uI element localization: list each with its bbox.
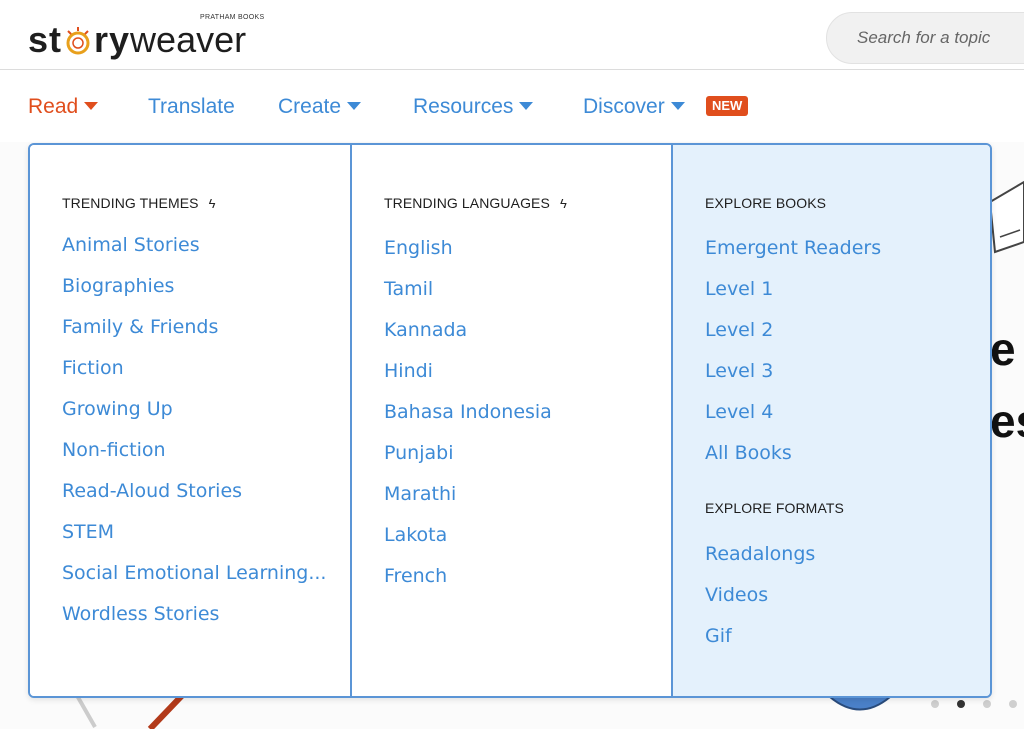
hero-heading-line2: es <box>990 395 1024 447</box>
search-input[interactable] <box>826 12 1024 64</box>
logo-text-weaver: weaver <box>130 19 247 60</box>
nav-create[interactable]: Create <box>278 94 362 120</box>
nav-translate[interactable]: Translate <box>148 94 235 120</box>
theme-link[interactable]: Fiction <box>62 356 124 380</box>
nav-read-label: Read <box>28 95 79 118</box>
nav-translate-label: Translate <box>148 95 235 118</box>
trending-languages-heading-label: TRENDING LANGUAGES <box>384 195 550 211</box>
trending-languages-column: TRENDING LANGUAGES ϟ English Tamil Kannad… <box>350 145 671 696</box>
nav-read[interactable]: Read <box>28 94 99 120</box>
carousel-dot[interactable] <box>931 700 939 708</box>
language-link[interactable]: Bahasa Indonesia <box>384 400 552 424</box>
logo-wordmark: st ryweaver <box>28 20 246 60</box>
logo-text-ry: ry <box>94 19 131 60</box>
nav-discover[interactable]: Discover <box>583 94 685 120</box>
explore-books-link[interactable]: Level 2 <box>705 318 773 342</box>
trending-themes-column: TRENDING THEMES ϟ Animal Stories Biograph… <box>30 145 350 696</box>
language-link[interactable]: Tamil <box>384 277 433 301</box>
theme-link[interactable]: Social Emotional Learning... <box>62 561 326 585</box>
chevron-down-icon <box>347 102 362 110</box>
trending-languages-heading: TRENDING LANGUAGES ϟ <box>384 195 567 211</box>
language-link[interactable]: English <box>384 236 453 260</box>
carousel-dot[interactable] <box>1009 700 1017 708</box>
theme-link[interactable]: Read-Aloud Stories <box>62 479 242 503</box>
explore-books-link[interactable]: Level 1 <box>705 277 773 301</box>
explore-books-heading: EXPLORE BOOKS <box>705 195 827 211</box>
site-header: PRATHAM BOOKS st ryweaver <box>0 0 1024 70</box>
nav-discover-label: Discover <box>583 95 665 118</box>
explore-formats-link[interactable]: Gif <box>705 624 732 648</box>
language-link[interactable]: French <box>384 564 447 588</box>
language-link[interactable]: Punjabi <box>384 441 453 465</box>
chevron-down-icon <box>84 102 99 110</box>
lightning-icon: ϟ <box>208 196 216 211</box>
theme-link[interactable]: STEM <box>62 520 114 544</box>
theme-link[interactable]: Family & Friends <box>62 315 218 339</box>
language-link[interactable]: Marathi <box>384 482 456 506</box>
theme-link[interactable]: Growing Up <box>62 397 173 421</box>
language-link[interactable]: Lakota <box>384 523 447 547</box>
storyweaver-logo[interactable]: PRATHAM BOOKS st ryweaver <box>28 8 278 64</box>
nav-create-label: Create <box>278 95 342 118</box>
carousel-dot-active[interactable] <box>957 700 965 708</box>
theme-link[interactable]: Biographies <box>62 274 174 298</box>
explore-books-link[interactable]: Level 4 <box>705 400 773 424</box>
explore-books-link[interactable]: Level 3 <box>705 359 773 383</box>
language-link[interactable]: Kannada <box>384 318 467 342</box>
explore-formats-heading: EXPLORE FORMATS <box>705 500 844 516</box>
nav-resources-label: Resources <box>413 95 514 118</box>
carousel-dot[interactable] <box>983 700 991 708</box>
trending-themes-heading-label: TRENDING THEMES <box>62 195 199 211</box>
logo-text-st: st <box>28 19 63 60</box>
theme-link[interactable]: Non-fiction <box>62 438 166 462</box>
theme-link[interactable]: Wordless Stories <box>62 602 219 626</box>
language-link[interactable]: Hindi <box>384 359 433 383</box>
chevron-down-icon <box>519 102 534 110</box>
explore-books-link[interactable]: All Books <box>705 441 792 465</box>
theme-link[interactable]: Animal Stories <box>62 233 200 257</box>
nav-resources[interactable]: Resources <box>413 94 534 120</box>
lightning-icon: ϟ <box>559 196 567 211</box>
carousel-dots <box>926 697 1024 711</box>
new-badge: NEW <box>706 96 749 116</box>
logo-sun-icon <box>63 24 93 55</box>
explore-books-link[interactable]: Emergent Readers <box>705 236 881 260</box>
hero-heading-line1: e <box>990 323 1016 375</box>
explore-formats-link[interactable]: Videos <box>705 583 768 607</box>
explore-formats-link[interactable]: Readalongs <box>705 542 815 566</box>
main-nav: Read Translate Create Resources Discover <box>0 70 1024 142</box>
read-dropdown-menu: TRENDING THEMES ϟ Animal Stories Biograph… <box>28 143 992 698</box>
explore-column: EXPLORE BOOKS Emergent Readers Level 1 L… <box>671 145 990 696</box>
chevron-down-icon <box>670 102 685 110</box>
trending-themes-heading: TRENDING THEMES ϟ <box>62 195 216 211</box>
